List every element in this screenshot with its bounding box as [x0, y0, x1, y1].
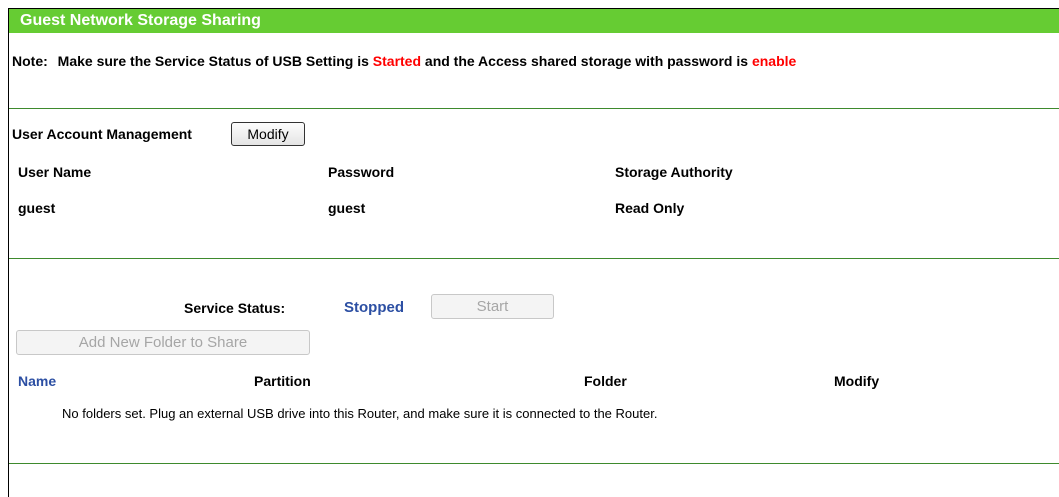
- col-folder: Folder: [584, 373, 627, 389]
- divider: [9, 258, 1059, 259]
- note-line: Note: Make sure the Service Status of US…: [12, 53, 796, 69]
- note-started: Started: [372, 53, 422, 69]
- modify-button[interactable]: Modify: [231, 122, 305, 146]
- service-status-value: Stopped: [344, 299, 404, 316]
- col-partition: Partition: [254, 373, 311, 389]
- storage-authority-value: Read Only: [615, 200, 685, 216]
- note-text-1: Make sure the Service Status of USB Sett…: [57, 53, 369, 69]
- note-text-2: and the Access shared storage with passw…: [424, 53, 749, 69]
- account-label: User Account Management: [12, 126, 192, 142]
- service-status-label: Service Status:: [184, 300, 286, 316]
- col-storage-authority: Storage Authority: [615, 164, 733, 180]
- col-password: Password: [328, 164, 395, 180]
- divider: [9, 463, 1059, 464]
- start-button[interactable]: Start: [431, 294, 554, 319]
- page-title: Guest Network Storage Sharing: [9, 9, 1059, 33]
- password-value: guest: [328, 200, 366, 216]
- note-enable: enable: [751, 53, 797, 69]
- user-name-value: guest: [18, 200, 56, 216]
- col-user-name: User Name: [18, 164, 92, 180]
- col-name[interactable]: Name: [18, 373, 56, 389]
- col-modify: Modify: [834, 373, 880, 389]
- empty-folders-message: No folders set. Plug an external USB dri…: [62, 406, 658, 421]
- add-new-folder-button[interactable]: Add New Folder to Share: [16, 330, 310, 355]
- divider: [9, 108, 1059, 109]
- content-frame: Guest Network Storage Sharing Note: Make…: [8, 8, 1059, 497]
- note-label: Note:: [12, 53, 48, 69]
